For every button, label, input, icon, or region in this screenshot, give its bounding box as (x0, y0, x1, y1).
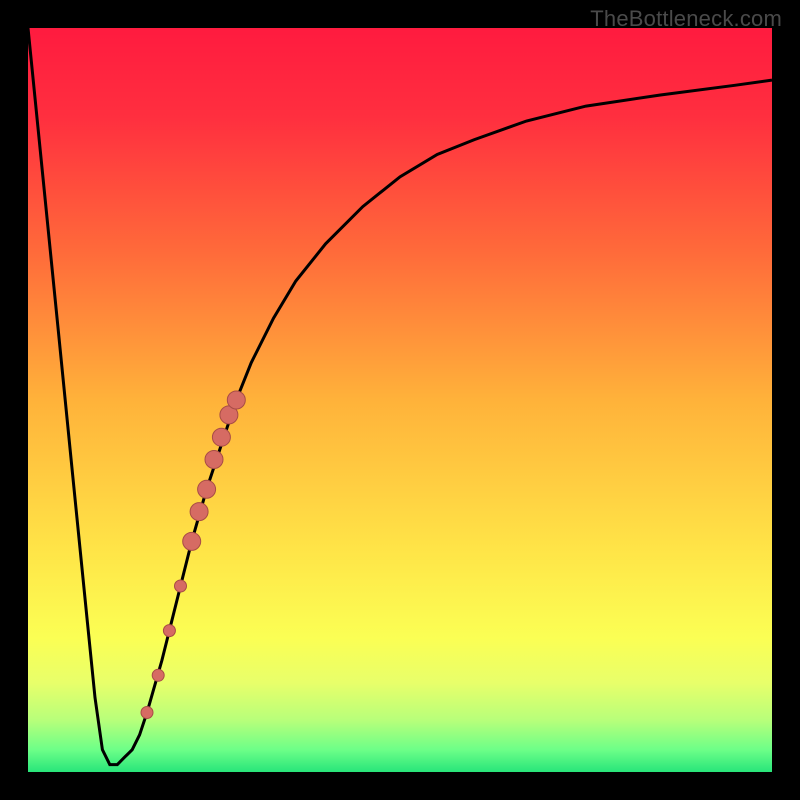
data-marker (227, 391, 245, 409)
bottleneck-chart (28, 28, 772, 772)
gradient-background (28, 28, 772, 772)
data-marker (175, 580, 187, 592)
data-marker (163, 625, 175, 637)
data-marker (198, 480, 216, 498)
data-marker (152, 669, 164, 681)
watermark-text: TheBottleneck.com (590, 6, 782, 32)
data-marker (212, 428, 230, 446)
plot-area (28, 28, 772, 772)
chart-frame: TheBottleneck.com (0, 0, 800, 800)
data-marker (183, 532, 201, 550)
data-marker (141, 707, 153, 719)
data-marker (205, 451, 223, 469)
data-marker (190, 503, 208, 521)
